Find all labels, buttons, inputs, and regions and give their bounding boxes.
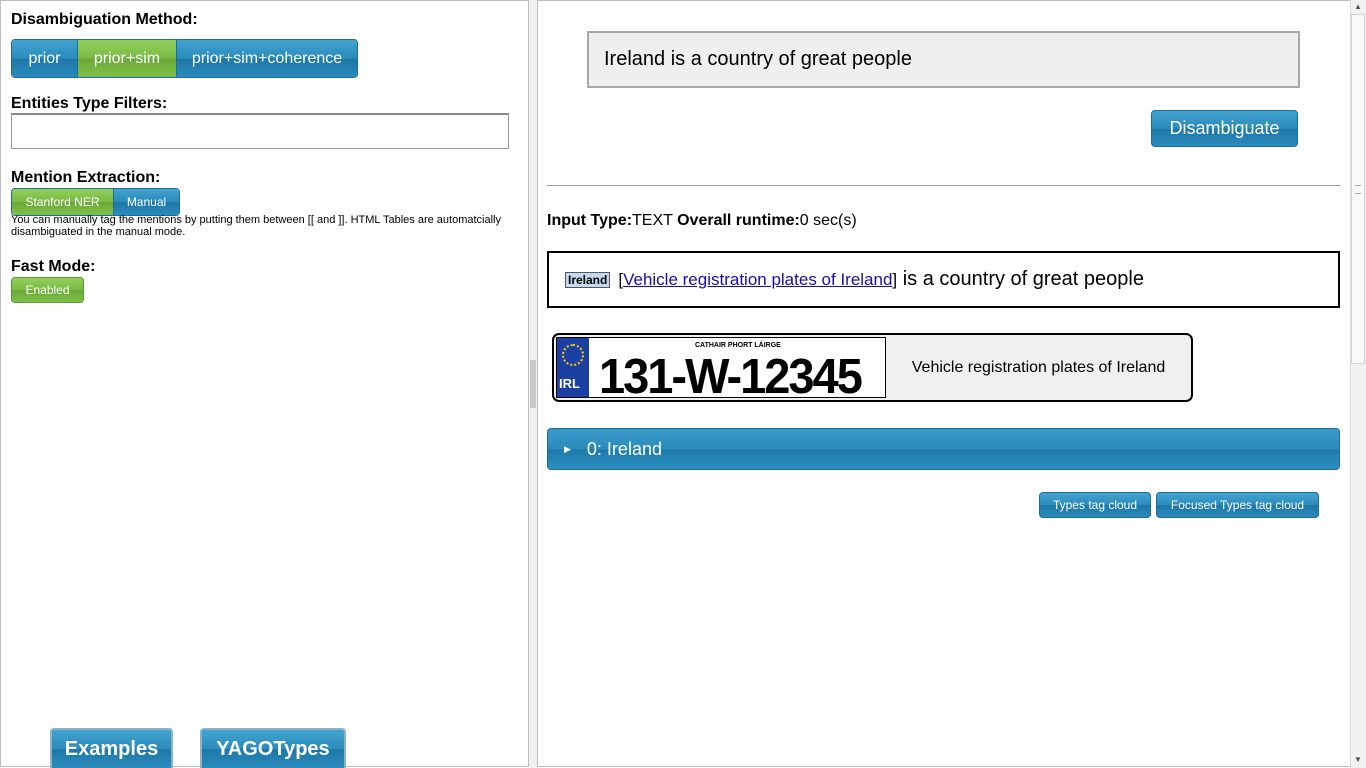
result-rest-text: is a country of great people: [897, 268, 1144, 290]
mention-extraction-group: Stanford NER Manual: [11, 188, 180, 216]
entity-type-filter-input[interactable]: [11, 113, 509, 149]
fast-mode-toggle[interactable]: Enabled: [11, 277, 84, 303]
page: Disambiguation Method: prior prior+sim p…: [0, 0, 1366, 768]
input-type-label: Input Type:: [547, 212, 633, 229]
disambiguation-method-group: prior prior+sim prior+sim+coherence: [11, 39, 358, 78]
focused-types-tag-cloud-button[interactable]: Focused Types tag cloud: [1156, 492, 1319, 518]
accordion-label: 0: Ireland: [586, 438, 662, 459]
license-plate-image: IRL CATHAIR PHORT LÁIRGE 131-W-12345: [556, 337, 886, 400]
mention-extraction-label: Mention Extraction:: [11, 169, 161, 186]
runtime-value: 0 sec(s): [799, 212, 857, 229]
entity-card[interactable]: IRL CATHAIR PHORT LÁIRGE 131-W-12345 Veh…: [552, 333, 1193, 402]
manual-mode-note: You can manually tag the mentions by put…: [11, 214, 501, 238]
triangle-right-icon: ▶: [564, 443, 571, 454]
entity-card-title: Vehicle registration plates of Ireland: [911, 358, 1166, 376]
mention-accordion-header[interactable]: ▶ 0: Ireland: [547, 428, 1340, 470]
examples-button[interactable]: Examples: [50, 728, 173, 768]
entity-link[interactable]: Vehicle registration plates of Ireland: [623, 270, 892, 290]
scroll-down-arrow-icon[interactable]: ▼: [1351, 753, 1365, 767]
eu-band: IRL: [557, 338, 589, 397]
input-type-value: TEXT: [632, 212, 673, 229]
scrollbar-grip-icon: [1355, 185, 1361, 194]
runtime-label: Overall runtime:: [677, 212, 800, 229]
scroll-up-arrow-icon[interactable]: ▲: [1351, 0, 1365, 14]
eu-stars-icon: [562, 344, 584, 366]
mention-stanford-ner-button[interactable]: Stanford NER: [12, 189, 113, 215]
yago-types-button[interactable]: YAGOTypes: [200, 728, 346, 768]
method-prior-sim-button[interactable]: prior+sim: [77, 40, 176, 77]
plate-number: 131-W-12345: [599, 348, 863, 402]
disambiguation-method-label: Disambiguation Method:: [11, 11, 198, 28]
input-text-area[interactable]: Ireland is a country of great people: [587, 31, 1300, 88]
entity-type-filters-label: Entities Type Filters:: [11, 95, 168, 112]
method-prior-sim-coherence-button[interactable]: prior+sim+coherence: [176, 40, 357, 77]
splitter-handle[interactable]: [530, 360, 536, 408]
fast-mode-label: Fast Mode:: [11, 258, 96, 275]
method-prior-button[interactable]: prior: [12, 40, 77, 77]
types-tag-cloud-button[interactable]: Types tag cloud: [1039, 492, 1151, 518]
mention-manual-button[interactable]: Manual: [113, 189, 179, 215]
plate-country-code: IRL: [559, 376, 580, 391]
divider: [547, 185, 1340, 186]
mention-tag[interactable]: Ireland: [565, 271, 611, 288]
run-info: Input Type:TEXT Overall runtime:0 sec(s): [547, 212, 857, 230]
annotated-result: Ireland [Vehicle registration plates of …: [547, 251, 1340, 308]
disambiguate-button[interactable]: Disambiguate: [1151, 110, 1298, 147]
